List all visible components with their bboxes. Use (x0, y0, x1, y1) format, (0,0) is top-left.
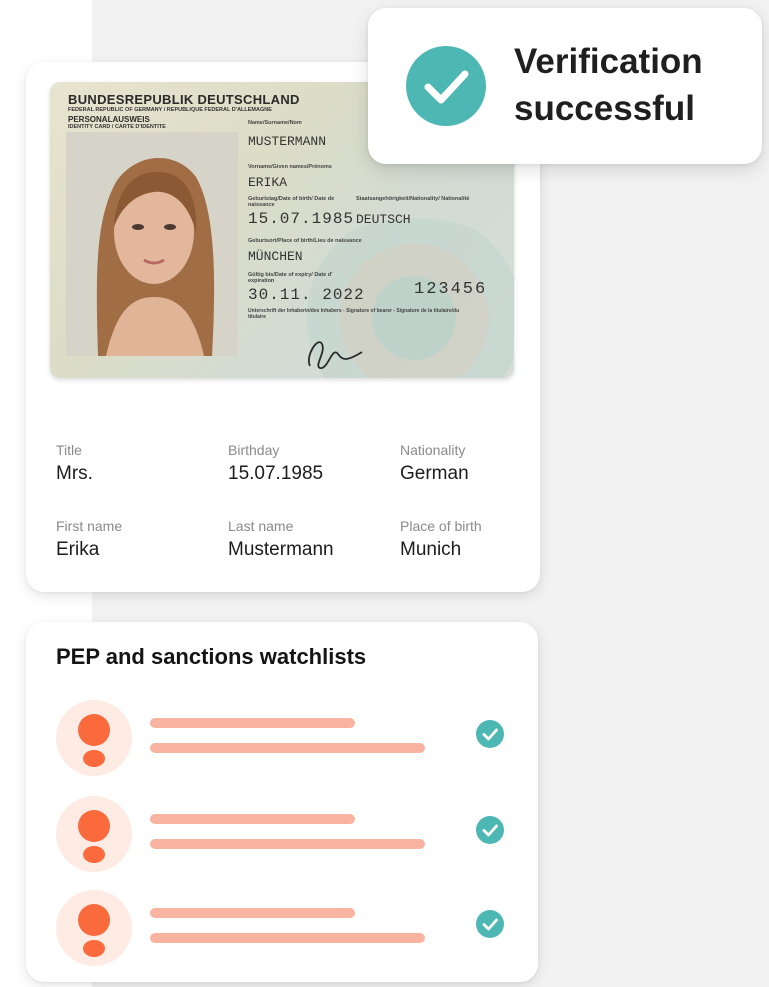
id-expiry-value: 30.11. 2022 (248, 286, 365, 304)
id-dob-label: Geburtstag/Date of birth/ Date de naissa… (248, 196, 335, 208)
placeholder-line (150, 814, 355, 824)
id-surname-label: Name/Surname/Nom (248, 120, 302, 126)
id-country-subtitle: FEDERAL REPUBLIC OF GERMANY / REPUBLIQUE… (68, 107, 272, 113)
info-last-name-label: Last name (228, 518, 294, 534)
watchlist-row (56, 796, 516, 872)
id-country-name: BUNDESREPUBLIK DEUTSCHLAND (68, 92, 300, 107)
info-first-name-label: First name (56, 518, 123, 534)
verification-success-badge: Verification successful (368, 8, 762, 164)
info-birthday: Birthday 15.07.1985 (228, 442, 323, 485)
id-pob-value: MÜNCHEN (248, 249, 303, 264)
info-title-label: Title (56, 442, 82, 458)
watchlist-card: PEP and sanctions watchlists (26, 622, 538, 982)
placeholder-line (150, 908, 355, 918)
info-title-value: Mrs. (56, 463, 93, 484)
placeholder-line (150, 933, 425, 943)
check-circle-icon (476, 910, 504, 938)
signature-image (308, 341, 363, 369)
check-circle-icon (476, 816, 504, 844)
person-icon (56, 890, 132, 966)
id-signature-label: Unterschrift der Inhaberin/des Inhabers … (248, 308, 460, 320)
id-card-number: 123456 (414, 280, 488, 299)
id-nationality-label: Staatsangehörigkeit/Nationality/ Nationa… (356, 196, 470, 202)
id-given-names-label: Vorname/Given names/Prénoms (248, 164, 332, 170)
info-first-name-value: Erika (56, 539, 100, 560)
id-surname-value: MUSTERMANN (248, 134, 327, 149)
watchlist-row (56, 890, 516, 966)
placeholder-line (150, 718, 355, 728)
check-circle-icon (476, 720, 504, 748)
id-pob-label: Geburtsort/Place of birth/Lieu de naissa… (248, 238, 362, 244)
id-given-names-value: ERIKA (248, 175, 288, 190)
placeholder-line (150, 839, 425, 849)
verification-line-1: Verification (514, 42, 703, 81)
watchlist-title: PEP and sanctions watchlists (56, 644, 367, 669)
check-circle-icon (406, 46, 486, 126)
info-birthday-label: Birthday (228, 442, 280, 458)
info-place-of-birth: Place of birth Munich (400, 518, 482, 561)
info-birthday-value: 15.07.1985 (228, 463, 324, 484)
info-nationality-value: German (400, 463, 469, 484)
id-nationality-value: DEUTSCH (356, 212, 411, 227)
person-icon (56, 796, 132, 872)
info-title: Title Mrs. (56, 442, 93, 485)
verification-message: Verification successful (514, 38, 703, 132)
info-nationality: Nationality German (400, 442, 469, 485)
id-document-type: PERSONALAUSWEIS (68, 115, 150, 124)
info-place-of-birth-value: Munich (400, 539, 462, 560)
person-icon (56, 700, 132, 776)
id-portrait-photo (66, 132, 238, 356)
placeholder-line (150, 743, 425, 753)
info-last-name-value: Mustermann (228, 539, 334, 560)
info-last-name: Last name Mustermann (228, 518, 334, 561)
info-place-of-birth-label: Place of birth (400, 518, 482, 534)
verification-line-2: successful (514, 89, 695, 128)
info-first-name: First name Erika (56, 518, 122, 561)
id-dob-value: 15.07.1985 (248, 210, 355, 228)
info-nationality-label: Nationality (400, 442, 466, 458)
watchlist-row (56, 700, 516, 776)
id-document-type-subtitle: IDENTITY CARD / CARTE D'IDENTITE (68, 124, 166, 130)
id-expiry-label: Gültig bis/Date of expiry/ Date d' expir… (248, 272, 333, 284)
